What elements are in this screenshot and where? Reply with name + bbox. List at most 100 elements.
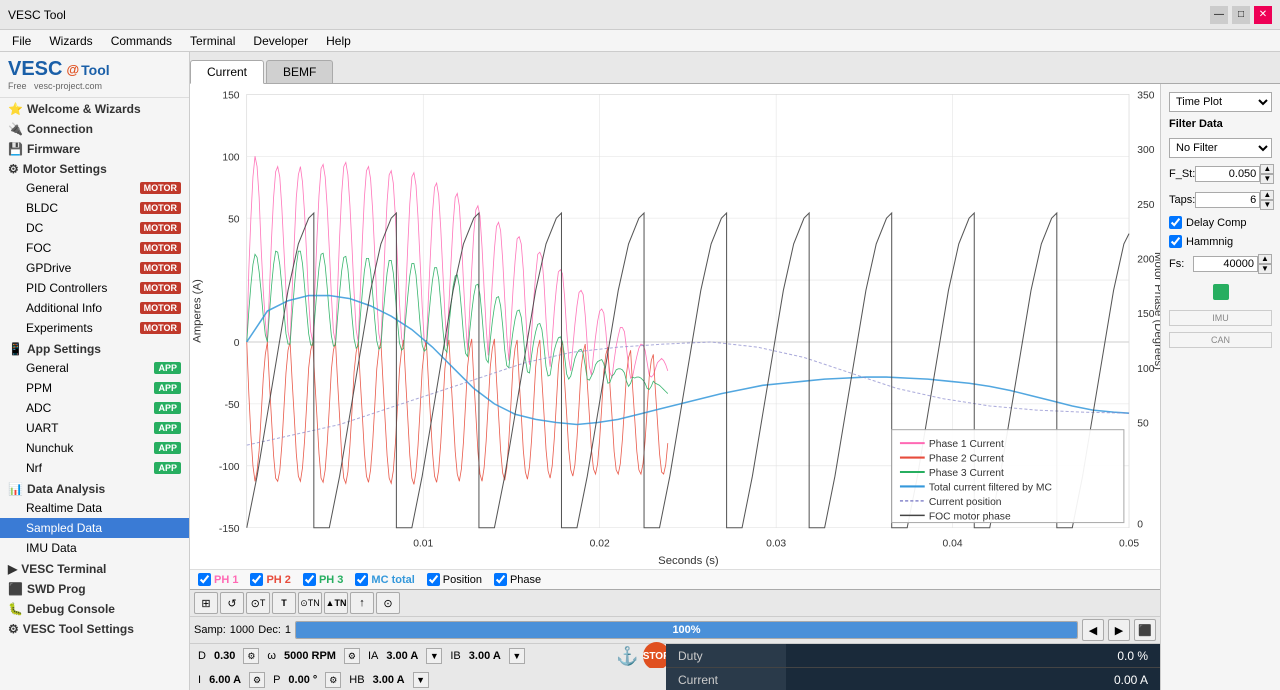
ib-options[interactable]: ▼ [509,648,525,664]
anchor-icon[interactable]: ⚓ [616,646,638,667]
plot-type-select[interactable]: Time Plot FFT [1169,92,1272,112]
minimize-button[interactable]: — [1210,6,1228,24]
menu-developer[interactable]: Developer [245,32,316,50]
sidebar-item-uart[interactable]: UART APP [0,418,189,438]
svg-text:FOC motor phase: FOC motor phase [929,511,1011,522]
fst-input[interactable] [1195,166,1260,182]
tab-bemf[interactable]: BEMF [266,60,333,83]
hamming-checkbox[interactable]: Hammnig [1169,235,1272,248]
samp-next-button[interactable]: ▶ [1108,619,1130,641]
close-button[interactable]: ✕ [1254,6,1272,24]
p-options[interactable]: ⚙ [325,672,341,688]
ch-ph2-input[interactable] [250,573,263,586]
menu-file[interactable]: File [4,32,39,50]
d-options[interactable]: ⚙ [243,648,259,664]
menu-help[interactable]: Help [318,32,359,50]
checkbox-mctotal[interactable]: MC total [355,573,414,586]
sidebar-section-vescsettings[interactable]: ⚙ VESC Tool Settings [0,618,189,638]
hb-options[interactable]: ▼ [413,672,429,688]
ch-ph1-input[interactable] [198,573,211,586]
sidebar-section-data[interactable]: 📊 Data Analysis [0,478,189,498]
ch-ph3-input[interactable] [303,573,316,586]
ch-ph1-label: PH 1 [214,574,238,586]
sidebar-item-bldc[interactable]: BLDC MOTOR [0,198,189,218]
ch-pos-input[interactable] [427,573,440,586]
ch-pos-label: Position [443,574,482,586]
checkbox-ph1[interactable]: PH 1 [198,573,238,586]
sidebar-section-welcome[interactable]: ⭐ Welcome & Wizards [0,98,189,118]
delay-comp-input[interactable] [1169,216,1182,229]
sidebar-section-debug[interactable]: 🐛 Debug Console [0,598,189,618]
tool-refresh-button[interactable]: ↺ [220,592,244,614]
tool-grid-button[interactable]: ⊞ [194,592,218,614]
sidebar-item-foc[interactable]: FOC MOTOR [0,238,189,258]
taps-input[interactable] [1195,192,1260,208]
sidebar-item-general-app[interactable]: General APP [0,358,189,378]
menu-commands[interactable]: Commands [103,32,180,50]
fs-down[interactable]: ▼ [1258,264,1272,274]
green-indicator [1213,284,1229,300]
i-options[interactable]: ⚙ [249,672,265,688]
hamming-input[interactable] [1169,235,1182,248]
svg-text:50: 50 [228,214,240,225]
sidebar-section-swd[interactable]: ⬛ SWD Prog [0,578,189,598]
fst-up[interactable]: ▲ [1260,164,1274,174]
chart-svg: 150 100 50 0 -50 -100 -150 350 300 250 2… [190,84,1160,569]
app-badge: APP [154,402,181,414]
sidebar-section-connection[interactable]: 🔌 Connection [0,118,189,138]
checkbox-phase[interactable]: Phase [494,573,541,586]
sidebar-item-imu[interactable]: IMU Data [0,538,189,558]
tab-current[interactable]: Current [190,60,264,84]
filter-type-select[interactable]: No Filter FIR IIR [1169,138,1272,158]
i-value: 6.00 A [209,674,241,686]
sidebar-section-app[interactable]: 📱 App Settings [0,338,189,358]
fs-up[interactable]: ▲ [1258,254,1272,264]
duty-label: Duty [666,644,786,667]
sidebar-item-general-motor[interactable]: General MOTOR [0,178,189,198]
delay-comp-checkbox[interactable]: Delay Comp [1169,216,1272,229]
sidebar-item-experiments[interactable]: Experiments MOTOR [0,318,189,338]
taps-up[interactable]: ▲ [1260,190,1274,200]
maximize-button[interactable]: □ [1232,6,1250,24]
tool-t2-button[interactable]: T [272,592,296,614]
checkbox-position[interactable]: Position [427,573,482,586]
sidebar-item-sampled[interactable]: Sampled Data [0,518,189,538]
svg-text:0.02: 0.02 [590,538,610,549]
checkbox-ph3[interactable]: PH 3 [303,573,343,586]
omega-options[interactable]: ⚙ [344,648,360,664]
sidebar-label: Realtime Data [26,501,102,515]
sidebar-item-nrf[interactable]: Nrf APP [0,458,189,478]
sidebar-item-adc[interactable]: ADC APP [0,398,189,418]
tool-up-button[interactable]: ↑ [350,592,374,614]
tool-t1-button[interactable]: ⊙ T [246,592,270,614]
ia-options[interactable]: ▼ [426,648,442,664]
fs-input[interactable] [1193,256,1258,272]
sidebar-section-terminal[interactable]: ▶ VESC Terminal [0,558,189,578]
sidebar-item-dc[interactable]: DC MOTOR [0,218,189,238]
sidebar-item-addinfo[interactable]: Additional Info MOTOR [0,298,189,318]
right-panel: Current BEMF [190,52,1280,690]
svg-text:0.04: 0.04 [943,538,963,549]
tool-tn1-button[interactable]: ⊙TN [298,592,322,614]
ch-mc-input[interactable] [355,573,368,586]
samp-export-button[interactable]: ⬛ [1134,619,1156,641]
svg-text:Amperes (A): Amperes (A) [191,279,203,343]
sidebar-item-ppm[interactable]: PPM APP [0,378,189,398]
motor-badge: MOTOR [140,282,181,294]
menu-wizards[interactable]: Wizards [41,32,100,50]
ch-phase-input[interactable] [494,573,507,586]
taps-down[interactable]: ▼ [1260,200,1274,210]
tool-circle-button[interactable]: ⊙ [376,592,400,614]
sidebar-item-gpd[interactable]: GPDrive MOTOR [0,258,189,278]
sidebar-section-firmware[interactable]: 💾 Firmware [0,138,189,158]
fst-down[interactable]: ▼ [1260,174,1274,184]
menu-terminal[interactable]: Terminal [182,32,243,50]
sidebar-section-motor[interactable]: ⚙ Motor Settings [0,158,189,178]
sidebar-item-nunchuk[interactable]: Nunchuk APP [0,438,189,458]
sidebar-item-realtime[interactable]: Realtime Data [0,498,189,518]
sidebar-item-pid[interactable]: PID Controllers MOTOR [0,278,189,298]
ch-phase-label: Phase [510,574,541,586]
samp-prev-button[interactable]: ◀ [1082,619,1104,641]
tool-tn2-button[interactable]: ▲TN [324,592,348,614]
checkbox-ph2[interactable]: PH 2 [250,573,290,586]
